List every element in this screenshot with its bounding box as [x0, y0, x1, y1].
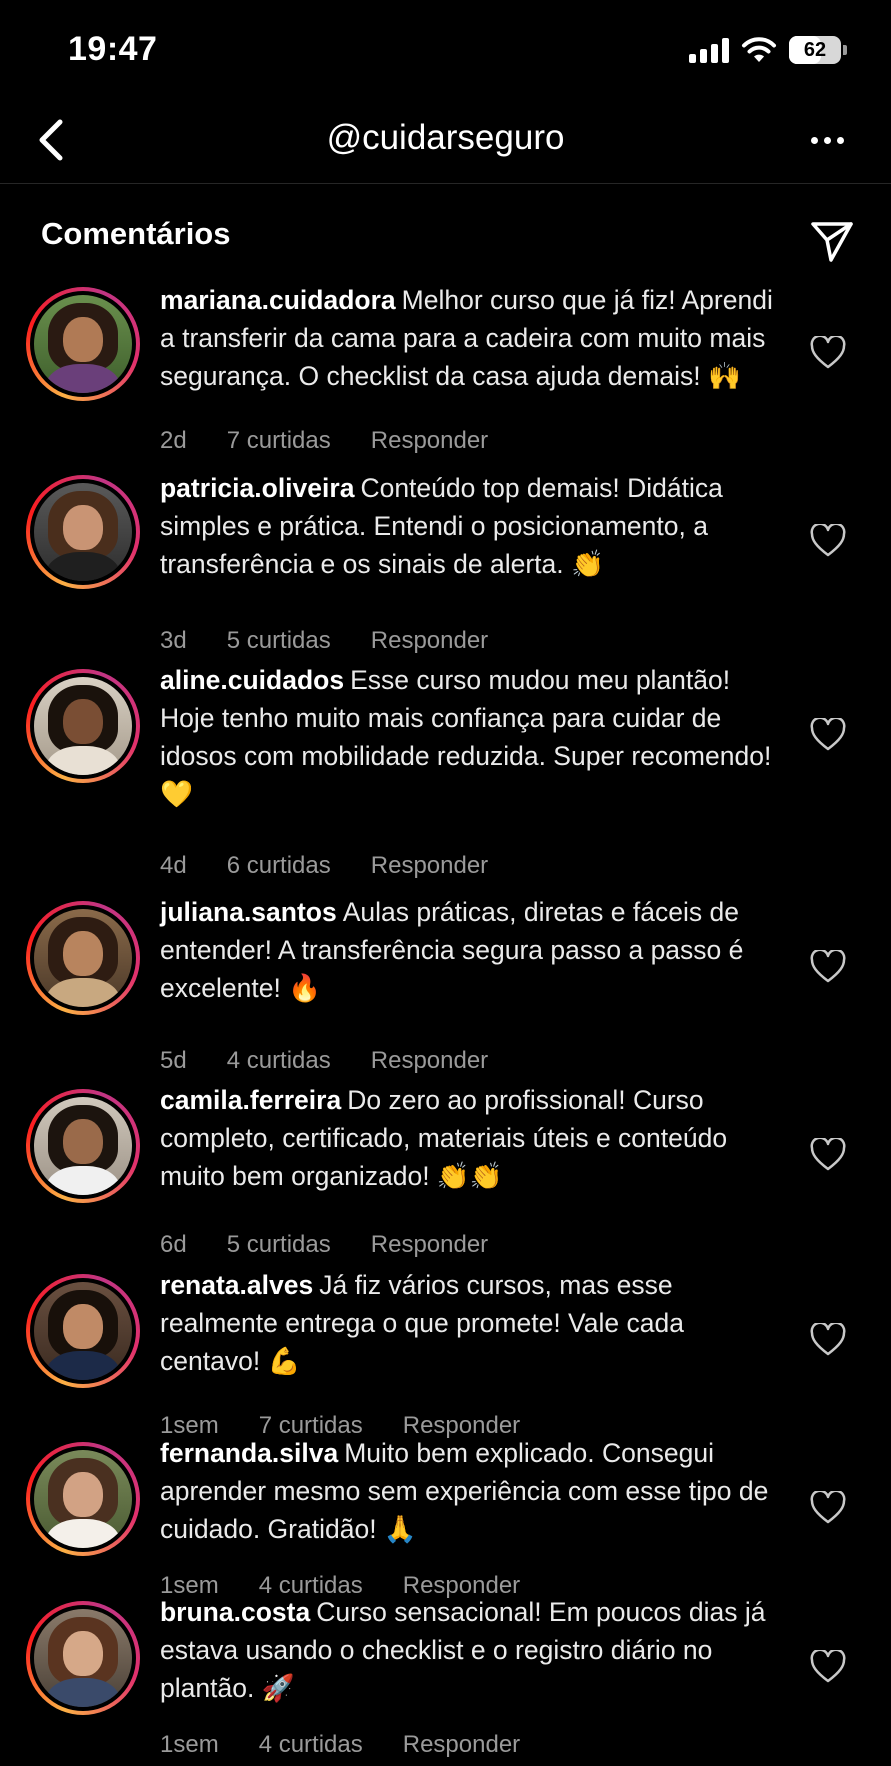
comment-username[interactable]: camila.ferreira: [160, 1085, 341, 1115]
paper-plane-icon: [811, 222, 853, 262]
comment-username[interactable]: renata.alves: [160, 1270, 313, 1300]
battery-percentage: 62: [803, 38, 827, 61]
comment-likes[interactable]: 5 curtidas: [227, 627, 331, 655]
heart-icon[interactable]: [810, 336, 846, 370]
comments-header: Comentários: [0, 206, 891, 266]
comment-time: 1sem: [160, 1731, 219, 1758]
reply-button[interactable]: Responder: [371, 627, 488, 655]
comment-meta: 2d 7 curtidas Responder: [160, 427, 488, 455]
avatar: [34, 909, 132, 1007]
heart-icon[interactable]: [810, 950, 846, 984]
avatar-story-ring[interactable]: [26, 1442, 140, 1556]
comment-username[interactable]: bruna.costa: [160, 1597, 310, 1627]
reply-button[interactable]: Responder: [371, 1231, 488, 1259]
avatar-story-ring[interactable]: [26, 901, 140, 1015]
comment-username[interactable]: mariana.cuidadora: [160, 285, 396, 315]
comment-body: mariana.cuidadora Melhor curso que já fiz…: [160, 281, 780, 395]
avatar: [34, 1450, 132, 1548]
comment-likes[interactable]: 7 curtidas: [227, 427, 331, 455]
comment-body: juliana.santos Aulas práticas, diretas e …: [160, 893, 780, 1007]
heart-icon[interactable]: [810, 1650, 846, 1684]
comment-likes[interactable]: 5 curtidas: [227, 1231, 331, 1259]
heart-icon[interactable]: [810, 718, 846, 752]
avatar-story-ring[interactable]: [26, 1089, 140, 1203]
wifi-icon: [742, 37, 776, 62]
comment-body: camila.ferreira Do zero ao profissional! …: [160, 1081, 780, 1195]
avatar-story-ring[interactable]: [26, 1274, 140, 1388]
avatar: [34, 295, 132, 393]
comment-body: fernanda.silva Muito bem explicado. Conse…: [160, 1434, 780, 1548]
status-bar: 19:47 62: [0, 0, 891, 100]
comment-body: renata.alves Já fiz vários cursos, mas es…: [160, 1266, 780, 1380]
comment-likes[interactable]: 4 curtidas: [227, 1047, 331, 1075]
battery-tip: [843, 45, 847, 55]
avatar-story-ring[interactable]: [26, 669, 140, 783]
comment-body: aline.cuidados Esse curso mudou meu plant…: [160, 661, 780, 813]
comment-likes[interactable]: 4 curtidas: [259, 1731, 363, 1759]
reply-button[interactable]: Responder: [371, 852, 488, 880]
comment-time: 4d: [160, 852, 187, 879]
comment-meta: 1sem 4 curtidas Responder: [160, 1731, 520, 1759]
comment-time: 6d: [160, 1231, 187, 1258]
comment-meta: 4d 6 curtidas Responder: [160, 852, 488, 880]
ellipsis-icon: [810, 136, 818, 144]
status-time: 19:47: [68, 30, 158, 68]
comment-time: 2d: [160, 427, 187, 454]
comment-time: 3d: [160, 627, 187, 654]
avatar: [34, 677, 132, 775]
avatar: [34, 1282, 132, 1380]
comment-body: patricia.oliveira Conteúdo top demais! Di…: [160, 469, 780, 583]
comment-username[interactable]: patricia.oliveira: [160, 473, 354, 503]
comment-username[interactable]: fernanda.silva: [160, 1438, 338, 1468]
comment-meta: 3d 5 curtidas Responder: [160, 627, 488, 655]
comment-meta: 6d 5 curtidas Responder: [160, 1231, 488, 1259]
battery-icon: 62: [789, 36, 841, 64]
status-icons: 62: [689, 36, 847, 64]
comment-likes[interactable]: 6 curtidas: [227, 852, 331, 880]
reply-button[interactable]: Responder: [371, 1047, 488, 1075]
comment-body: bruna.costa Curso sensacional! Em poucos …: [160, 1593, 780, 1707]
avatar: [34, 483, 132, 581]
comments-title: Comentários: [41, 216, 231, 251]
avatar: [34, 1097, 132, 1195]
heart-icon[interactable]: [810, 1323, 846, 1357]
avatar-story-ring[interactable]: [26, 287, 140, 401]
reply-button[interactable]: Responder: [371, 427, 488, 455]
cellular-signal-icon: [689, 37, 729, 63]
avatar-story-ring[interactable]: [26, 475, 140, 589]
avatar-story-ring[interactable]: [26, 1601, 140, 1715]
comment-time: 5d: [160, 1047, 187, 1074]
reply-button[interactable]: Responder: [403, 1731, 520, 1759]
comment-meta: 5d 4 curtidas Responder: [160, 1047, 488, 1075]
share-button[interactable]: [809, 218, 855, 264]
avatar: [34, 1609, 132, 1707]
heart-icon[interactable]: [810, 1491, 846, 1525]
more-options-button[interactable]: [801, 120, 853, 160]
heart-icon[interactable]: [810, 524, 846, 558]
heart-icon[interactable]: [810, 1138, 846, 1172]
comment-username[interactable]: juliana.santos: [160, 897, 337, 927]
page-title: @cuidarseguro: [326, 118, 565, 157]
navigation-bar: @cuidarseguro: [0, 100, 891, 184]
comment-username[interactable]: aline.cuidados: [160, 665, 344, 695]
